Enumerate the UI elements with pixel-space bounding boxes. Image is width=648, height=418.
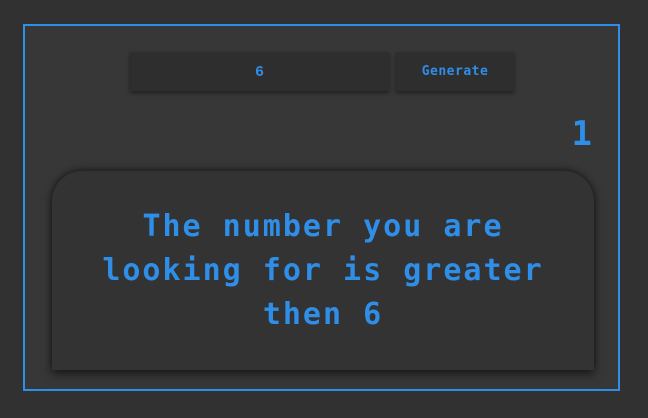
- attempt-counter: 1: [571, 114, 592, 154]
- hint-message: The number you are looking for is greate…: [102, 208, 544, 332]
- message-panel: The number you are looking for is greate…: [52, 171, 594, 370]
- generate-button[interactable]: Generate: [396, 52, 514, 91]
- guess-input[interactable]: [130, 52, 389, 91]
